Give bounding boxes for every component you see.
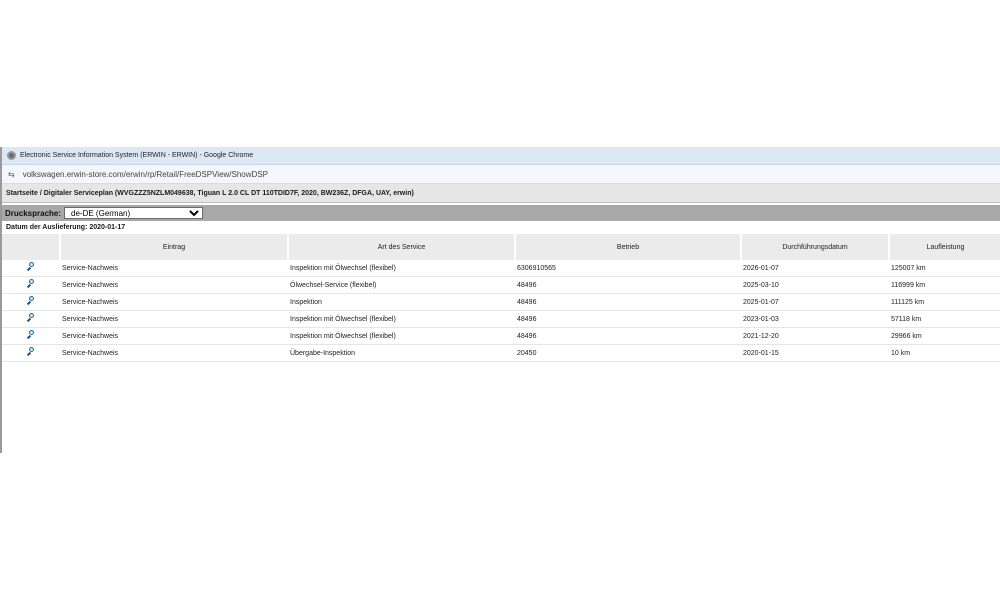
language-select[interactable]: de-DE (German)	[64, 207, 204, 219]
cell-date: 2021-12-20	[741, 327, 889, 345]
chrome-icon	[7, 151, 16, 160]
cell-entry: Service-Nachweis	[60, 276, 288, 294]
language-bar: Drucksprache: de-DE (German)	[2, 205, 1000, 221]
cell-mileage: 10 km	[889, 344, 1000, 362]
header-mileage[interactable]: Laufleistung	[889, 234, 1000, 260]
cell-mileage: 57118 km	[889, 310, 1000, 328]
row-action-cell[interactable]	[2, 293, 60, 311]
magnifier-icon[interactable]	[26, 330, 36, 340]
cell-entry: Service-Nachweis	[60, 260, 288, 277]
cell-mileage: 116999 km	[889, 276, 1000, 294]
cell-service-type: Übergabe-Inspektion	[288, 344, 515, 362]
magnifier-icon[interactable]	[26, 279, 36, 289]
cell-service-type: Ölwechsel-Service (flexibel)	[288, 276, 515, 294]
header-entry[interactable]: Eintrag	[60, 234, 289, 260]
table-row[interactable]: Service-Nachweis Inspektion mit Ölwechsel…	[2, 327, 1000, 345]
tune-icon[interactable]: ⇆	[8, 170, 15, 179]
cell-mileage: 125007 km	[889, 260, 1000, 277]
cell-service-type: Inspektion mit Ölwechsel (flexibel)	[288, 260, 515, 277]
cell-entry: Service-Nachweis	[60, 344, 288, 362]
header-service-type[interactable]: Art des Service	[288, 234, 516, 260]
cell-date: 2025-03-10	[741, 276, 889, 294]
cell-shop: 20450	[515, 344, 741, 362]
table-row[interactable]: Service-Nachweis Übergabe-Inspektion 20450…	[2, 344, 1000, 362]
magnifier-icon[interactable]	[26, 262, 36, 272]
window-title: Electronic Service Information System (E…	[20, 152, 254, 159]
url-text[interactable]: volkswagen.erwin-store.com/erwin/rp/Reta…	[23, 170, 268, 179]
magnifier-icon[interactable]	[26, 296, 36, 306]
cell-service-type: Inspektion mit Ölwechsel (flexibel)	[288, 327, 515, 345]
delivery-date: Datum der Auslieferung: 2020-01-17	[6, 224, 126, 231]
header-shop[interactable]: Betrieb	[515, 234, 742, 260]
cell-shop: 48496	[515, 276, 741, 294]
cell-mileage: 29966 km	[889, 327, 1000, 345]
row-action-cell[interactable]	[2, 327, 60, 345]
cell-shop: 48496	[515, 327, 741, 345]
cell-service-type: Inspektion mit Ölwechsel (flexibel)	[288, 310, 515, 328]
table-row[interactable]: Service-Nachweis Inspektion 48496 2025-01-0…	[2, 293, 1000, 311]
address-bar[interactable]: ⇆ volkswagen.erwin-store.com/erwin/rp/Re…	[2, 165, 1000, 184]
cell-entry: Service-Nachweis	[60, 310, 288, 328]
breadcrumb: Startseite / Digitaler Serviceplan (WVGZ…	[2, 184, 1000, 203]
row-action-cell[interactable]	[2, 276, 60, 294]
cell-service-type: Inspektion	[288, 293, 515, 311]
language-label: Drucksprache:	[5, 208, 62, 218]
cell-date: 2023-01-03	[741, 310, 889, 328]
service-table: Eintrag Art des Service Betrieb Durchfüh…	[2, 234, 1000, 362]
row-action-cell[interactable]	[2, 344, 60, 362]
magnifier-icon[interactable]	[26, 313, 36, 323]
row-action-cell[interactable]	[2, 260, 60, 277]
cell-mileage: 111125 km	[889, 293, 1000, 311]
breadcrumb-text: Startseite / Digitaler Serviceplan (WVGZ…	[6, 189, 414, 197]
header-icon-col	[2, 234, 61, 260]
cell-entry: Service-Nachweis	[60, 327, 288, 345]
row-action-cell[interactable]	[2, 310, 60, 328]
cell-entry: Service-Nachweis	[60, 293, 288, 311]
table-row[interactable]: Service-Nachweis Inspektion mit Ölwechsel…	[2, 310, 1000, 328]
cell-date: 2025-01-07	[741, 293, 889, 311]
cell-date: 2026-01-07	[741, 260, 889, 277]
cell-shop: 48496	[515, 310, 741, 328]
magnifier-icon[interactable]	[26, 347, 36, 357]
title-bar: Electronic Service Information System (E…	[2, 147, 1000, 165]
cell-shop: 48496	[515, 293, 741, 311]
table-row[interactable]: Service-Nachweis Ölwechsel-Service (flexi…	[2, 276, 1000, 294]
cell-date: 2020-01-15	[741, 344, 889, 362]
table-row[interactable]: Service-Nachweis Inspektion mit Ölwechsel…	[2, 260, 1000, 277]
browser-window: Electronic Service Information System (E…	[0, 147, 1000, 453]
header-date[interactable]: Durchführungsdatum	[741, 234, 890, 260]
cell-shop: 6306910565	[515, 260, 741, 277]
table-header-row: Eintrag Art des Service Betrieb Durchfüh…	[2, 234, 1000, 260]
